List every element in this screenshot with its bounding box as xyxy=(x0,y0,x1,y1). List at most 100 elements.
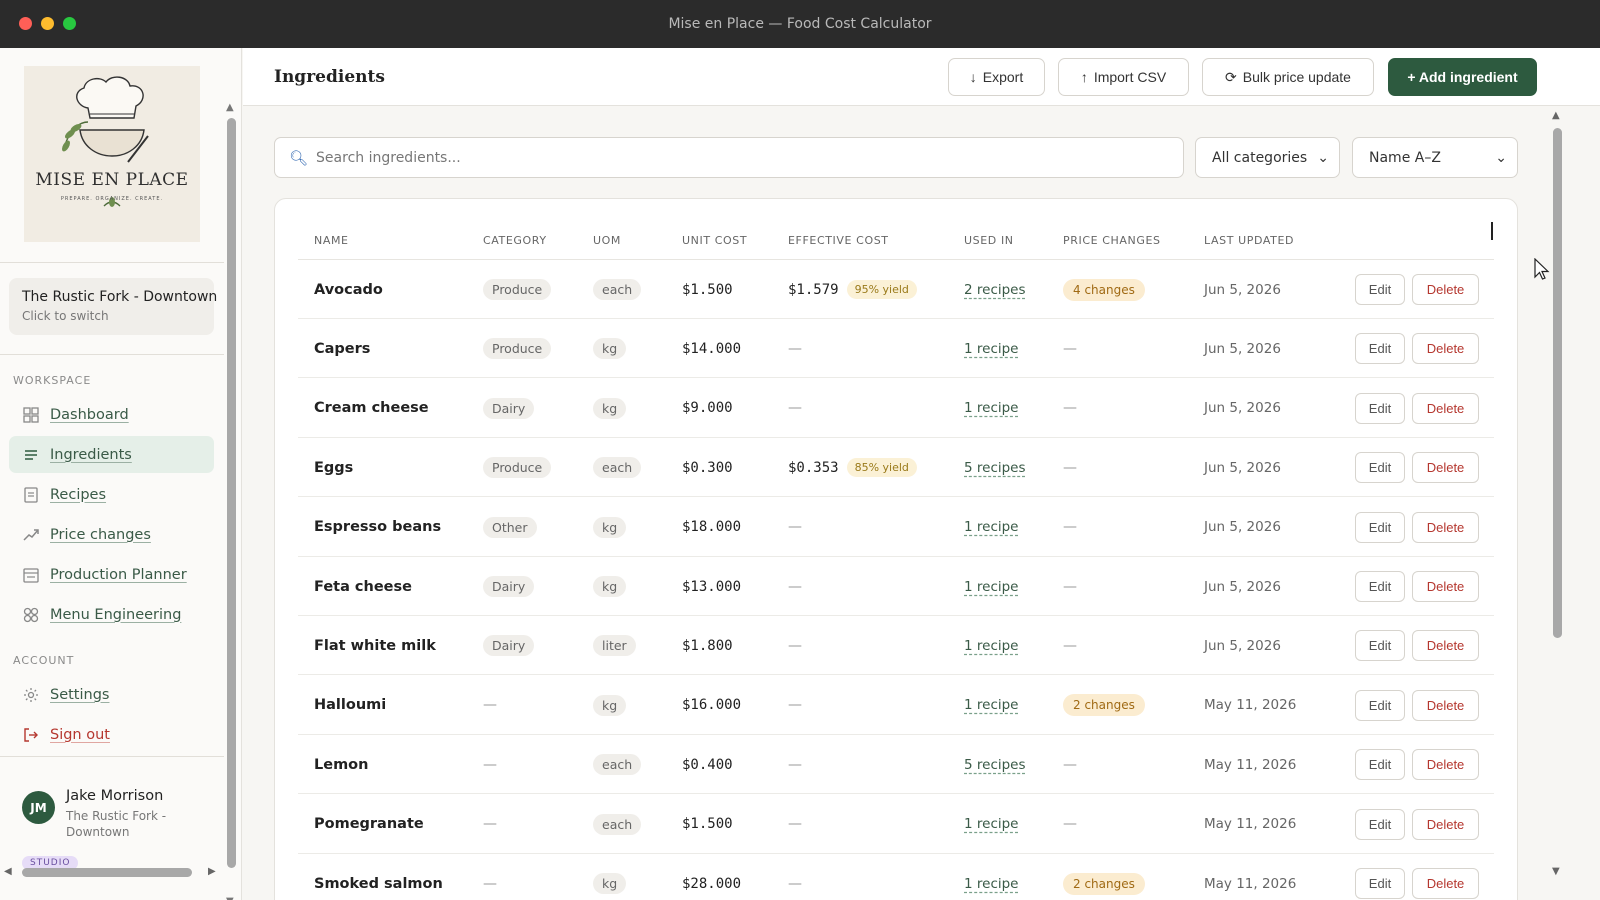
search-input[interactable] xyxy=(316,149,1177,166)
sort-select[interactable]: Name A–Z ⌄ xyxy=(1352,137,1518,178)
sidebar-item-dashboard[interactable]: Dashboard xyxy=(9,396,214,433)
table-row[interactable]: Pomegranate — each $1.500 — 1 recipe — May 11, … xyxy=(298,795,1494,854)
column-header-effective-cost[interactable]: EFFECTIVE COST xyxy=(788,234,889,247)
bulk-label: Bulk price update xyxy=(1242,69,1351,85)
uom-badge: kg xyxy=(593,516,627,538)
category-select[interactable]: All categories ⌄ xyxy=(1195,137,1340,178)
search-box[interactable]: 🔍︎ xyxy=(274,137,1184,178)
search-icon: 🔍︎ xyxy=(289,148,309,167)
table-row[interactable]: Feta cheese Dairy kg $13.000 — 1 recipe — Jun 5… xyxy=(298,557,1494,616)
edit-button[interactable]: Edit xyxy=(1355,333,1405,365)
column-header-price-changes[interactable]: PRICE CHANGES xyxy=(1063,234,1161,247)
delete-button[interactable]: Delete xyxy=(1412,808,1479,840)
brand-logo[interactable]: MISE EN PLACE PREPARE. ORGANIZE. CREATE. xyxy=(24,66,200,242)
price-changes-badge[interactable]: 2 changes xyxy=(1063,694,1145,717)
table-row[interactable]: Flat white milk Dairy liter $1.800 — 1 recipe… xyxy=(298,616,1494,676)
scroll-down-arrow-icon[interactable]: ▼ xyxy=(1552,866,1560,877)
table-header: NAME CATEGORY UOM UNIT COST EFFECTIVE CO… xyxy=(298,232,1494,260)
category-empty: — xyxy=(483,816,497,833)
last-updated: Jun 5, 2026 xyxy=(1204,578,1281,595)
uom-badge: each xyxy=(593,754,642,776)
table-row[interactable]: Cream cheese Dairy kg $9.000 — 1 recipe — Jun 5… xyxy=(298,379,1494,438)
delete-button[interactable]: Delete xyxy=(1412,571,1479,602)
delete-button[interactable]: Delete xyxy=(1412,749,1479,781)
edit-button[interactable]: Edit xyxy=(1355,749,1405,781)
user-name: Jake Morrison xyxy=(66,788,164,804)
used-in-link[interactable]: 1 recipe xyxy=(964,697,1019,713)
column-header-category[interactable]: CATEGORY xyxy=(483,234,547,247)
chef-hat-logo-icon xyxy=(62,76,149,207)
delete-button[interactable]: Delete xyxy=(1412,274,1479,305)
scroll-up-arrow-icon[interactable]: ▲ xyxy=(226,102,234,113)
used-in-link[interactable]: 1 recipe xyxy=(964,400,1019,416)
column-header-last-updated[interactable]: LAST UPDATED xyxy=(1204,234,1294,247)
last-updated: Jun 5, 2026 xyxy=(1204,340,1281,357)
column-header-name[interactable]: NAME xyxy=(314,234,349,247)
edit-button[interactable]: Edit xyxy=(1355,689,1405,721)
location-switcher[interactable]: The Rustic Fork - Downtown Click to swit… xyxy=(9,278,217,335)
bulk-price-update-button[interactable]: ⟳ Bulk price update xyxy=(1202,58,1374,96)
table-row[interactable]: Capers Produce kg $14.000 — 1 recipe — Jun 5, 2… xyxy=(298,319,1494,379)
used-in-link[interactable]: 1 recipe xyxy=(964,341,1019,357)
uom-badge: each xyxy=(593,279,642,300)
price-changes-badge[interactable]: 2 changes xyxy=(1063,872,1145,895)
scroll-right-arrow-icon[interactable]: ▶ xyxy=(208,866,216,877)
scroll-down-arrow-icon[interactable]: ▼ xyxy=(226,896,234,900)
import-csv-button[interactable]: ↑ Import CSV xyxy=(1058,58,1189,96)
edit-button[interactable]: Edit xyxy=(1355,274,1405,305)
table-row[interactable]: Smoked salmon — kg $28.000 — 1 recipe 2 change… xyxy=(298,854,1494,900)
sidebar-item-production-planner[interactable]: Production Planner xyxy=(9,556,214,593)
delete-button[interactable]: Delete xyxy=(1412,392,1479,424)
edit-button[interactable]: Edit xyxy=(1355,571,1405,602)
edit-button[interactable]: Edit xyxy=(1355,868,1405,899)
add-ingredient-button[interactable]: + Add ingredient xyxy=(1388,58,1537,96)
column-header-unit-cost[interactable]: UNIT COST xyxy=(682,234,747,247)
table-row[interactable]: Espresso beans Other kg $18.000 — 1 recipe — Ju… xyxy=(298,498,1494,557)
price-changes-badge[interactable]: 4 changes xyxy=(1063,278,1145,301)
used-in-link[interactable]: 2 recipes xyxy=(964,282,1026,298)
edit-button[interactable]: Edit xyxy=(1355,808,1405,840)
edit-button[interactable]: Edit xyxy=(1355,392,1405,424)
used-in-link[interactable]: 1 recipe xyxy=(964,638,1019,654)
effective-cost-empty: — xyxy=(788,519,802,536)
uom-badge: each xyxy=(593,813,642,835)
edit-button[interactable]: Edit xyxy=(1355,452,1405,484)
table-row[interactable]: Avocado Produce each $1.500 $1.579 95% yield 2… xyxy=(298,260,1494,319)
used-in-link[interactable]: 1 recipe xyxy=(964,519,1019,535)
column-header-uom[interactable]: UOM xyxy=(593,234,621,247)
sidebar-item-price-changes[interactable]: Price changes xyxy=(9,516,214,553)
table-row[interactable]: Lemon — each $0.400 — 5 recipes — May 11, 2026 E… xyxy=(298,735,1494,795)
delete-button[interactable]: Delete xyxy=(1412,689,1479,721)
column-header-used-in[interactable]: USED IN xyxy=(964,234,1014,247)
sidebar-horizontal-scrollbar[interactable] xyxy=(22,868,192,877)
sidebar-item-ingredients[interactable]: Ingredients xyxy=(9,436,214,473)
sidebar-item-recipes[interactable]: Recipes xyxy=(9,476,214,513)
scroll-left-arrow-icon[interactable]: ◀ xyxy=(4,866,12,877)
yield-badge: 85% yield xyxy=(846,458,917,478)
delete-button[interactable]: Delete xyxy=(1412,452,1479,484)
main-scrollbar[interactable] xyxy=(1553,128,1562,638)
table-row[interactable]: Halloumi — kg $16.000 — 1 recipe 2 changes May … xyxy=(298,676,1494,735)
delete-button[interactable]: Delete xyxy=(1412,511,1479,543)
uom-badge: kg xyxy=(593,338,627,360)
arrow-up-icon: ↑ xyxy=(1080,69,1088,85)
delete-button[interactable]: Delete xyxy=(1412,868,1479,899)
sidebar-item-menu-engineering[interactable]: Menu Engineering xyxy=(9,596,214,633)
table-row[interactable]: Eggs Produce each $0.300 $0.353 85% yield 5 re… xyxy=(298,438,1494,498)
sidebar-scrollbar[interactable] xyxy=(227,118,236,868)
delete-button[interactable]: Delete xyxy=(1412,630,1479,662)
sidebar-item-settings[interactable]: Settings xyxy=(9,676,214,713)
edit-button[interactable]: Edit xyxy=(1355,630,1405,662)
delete-button[interactable]: Delete xyxy=(1412,333,1479,365)
gear-icon xyxy=(22,686,39,703)
used-in-link[interactable]: 5 recipes xyxy=(964,460,1026,476)
used-in-link[interactable]: 1 recipe xyxy=(964,816,1019,832)
scroll-up-arrow-icon[interactable]: ▲ xyxy=(1552,110,1560,121)
edit-button[interactable]: Edit xyxy=(1355,511,1405,543)
yield-badge: 95% yield xyxy=(846,280,917,299)
export-button[interactable]: ↓ Export xyxy=(948,58,1045,96)
used-in-link[interactable]: 1 recipe xyxy=(964,579,1019,595)
used-in-link[interactable]: 5 recipes xyxy=(964,757,1026,773)
used-in-link[interactable]: 1 recipe xyxy=(964,876,1019,892)
sidebar-item-sign-out[interactable]: Sign out xyxy=(9,716,214,753)
